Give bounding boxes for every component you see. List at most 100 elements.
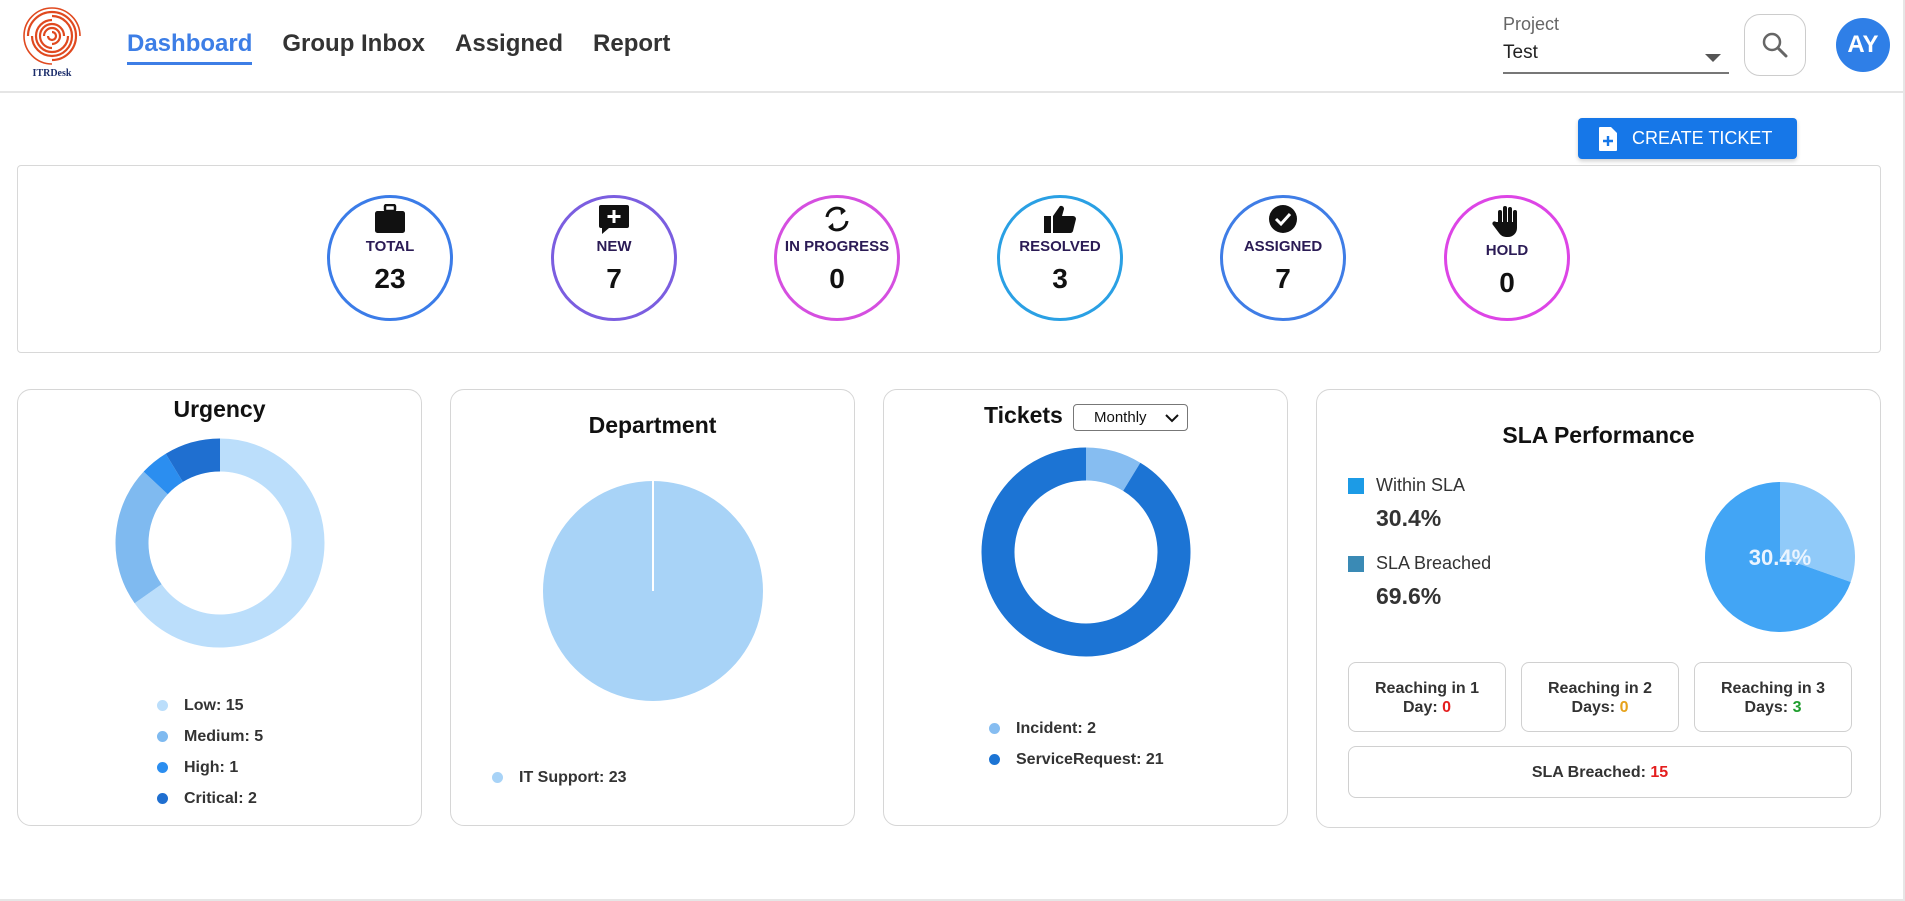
legend-text: Incident: 2 <box>1016 719 1097 737</box>
sla-breached-box-label: SLA Breached: <box>1531 764 1651 781</box>
legend-item-high: High: 1 <box>157 752 263 783</box>
project-label: Project <box>1503 14 1560 34</box>
reaching-value: 0 <box>1619 699 1629 716</box>
sla-pie-chart: 30.4% <box>1705 482 1855 632</box>
tickets-donut-chart <box>981 447 1191 657</box>
slice-servicerequest[interactable] <box>981 447 1191 657</box>
legend-text: Low: 15 <box>184 696 244 714</box>
app-logo[interactable]: ITRDesk <box>18 2 86 82</box>
stat-resolved-value: 3 <box>1052 263 1068 294</box>
legend-item-service-request: ServiceRequest: 21 <box>989 744 1164 775</box>
reaching-1-day-box: Reaching in 1 Day: 0 <box>1348 662 1506 732</box>
create-ticket-label: CREATE TICKET <box>1632 128 1773 148</box>
search-button[interactable] <box>1744 14 1806 76</box>
reaching-2-days-box: Reaching in 2 Days: 0 <box>1521 662 1679 732</box>
legend-item-critical: Critical: 2 <box>157 783 263 814</box>
within-sla-label: Within SLA <box>1376 475 1466 495</box>
within-sla-percent: 30.4% <box>1376 505 1442 531</box>
stat-resolved-label: RESOLVED <box>1019 238 1101 255</box>
stat-assigned[interactable]: ASSIGNED 7 <box>1220 195 1346 321</box>
stat-hold[interactable]: HOLD 0 <box>1444 195 1570 321</box>
stat-hold-label: HOLD <box>1485 242 1529 259</box>
briefcase-icon <box>375 204 405 233</box>
sla-title: SLA Performance <box>1502 422 1695 448</box>
chevron-down-icon <box>1705 54 1721 62</box>
slice-high[interactable] <box>143 453 184 495</box>
top-bar: ITRDesk Dashboard Group Inbox Assigned R… <box>0 0 1903 93</box>
urgency-donut-chart <box>115 438 325 648</box>
sla-breached-percent: 69.6% <box>1376 583 1442 609</box>
search-icon <box>1762 32 1788 58</box>
reaching-3-days-box: Reaching in 3 Days: 3 <box>1694 662 1852 732</box>
project-select[interactable]: Project Test <box>1503 14 1729 74</box>
user-avatar[interactable]: AY <box>1836 18 1890 72</box>
sla-breached-label: SLA Breached <box>1376 553 1492 573</box>
page: { "app": { "logo_text": "ITRDesk" }, "na… <box>0 0 1905 901</box>
new-message-icon <box>599 205 629 234</box>
tickets-legend: Incident: 2 ServiceRequest: 21 <box>989 713 1164 775</box>
stat-total-value: 23 <box>374 263 406 294</box>
thumbs-up-icon <box>1044 205 1076 234</box>
sla-breached-swatch <box>1348 556 1364 572</box>
within-sla-swatch <box>1348 478 1364 494</box>
project-value: Test <box>1503 42 1538 63</box>
legend-dot <box>492 772 503 783</box>
urgency-title: Urgency <box>173 396 266 422</box>
urgency-card: Urgency Low: 15 Medium: 5 High: 1 Critic… <box>17 389 422 826</box>
stat-new-label: NEW <box>596 238 632 255</box>
reaching-value: 3 <box>1792 699 1802 716</box>
refresh-icon <box>825 206 849 232</box>
legend-dot <box>989 723 1000 734</box>
chevron-down-icon <box>1165 414 1179 423</box>
nav-dashboard[interactable]: Dashboard <box>127 30 253 65</box>
department-legend: IT Support: 23 <box>492 762 627 793</box>
legend-dot <box>157 731 168 742</box>
stat-total-label: TOTAL <box>365 238 415 255</box>
legend-dot <box>157 793 168 804</box>
department-pie-chart <box>542 481 763 701</box>
slice-medium[interactable] <box>115 471 169 604</box>
stat-hold-value: 0 <box>1499 267 1515 298</box>
legend-item-it-support: IT Support: 23 <box>492 762 627 793</box>
slice-incident[interactable] <box>1085 447 1141 492</box>
logo-text: ITRDesk <box>32 68 72 79</box>
sla-breached-box: SLA Breached: 15 <box>1348 746 1852 798</box>
slice-critical[interactable] <box>165 438 221 483</box>
nav-group-inbox[interactable]: Group Inbox <box>282 30 425 65</box>
tickets-title: Tickets <box>984 402 1063 428</box>
reaching-value: 0 <box>1442 699 1452 716</box>
stat-total[interactable]: TOTAL 23 <box>327 195 453 321</box>
stats-panel <box>17 165 1881 353</box>
sla-pie-label: 30.4% <box>1749 545 1811 570</box>
legend-dot <box>157 700 168 711</box>
legend-item-medium: Medium: 5 <box>157 721 263 752</box>
legend-text: Medium: 5 <box>184 727 264 745</box>
legend-text: ServiceRequest: 21 <box>1016 750 1164 768</box>
legend-text: Critical: 2 <box>184 789 257 807</box>
stat-in-progress-label: IN PROGRESS <box>784 238 890 255</box>
stat-resolved[interactable]: RESOLVED 3 <box>997 195 1123 321</box>
reaching-label: Day: <box>1402 699 1443 716</box>
create-ticket-button[interactable]: CREATE TICKET <box>1578 118 1797 159</box>
stat-in-progress[interactable]: IN PROGRESS 0 <box>774 195 900 321</box>
stat-new-value: 7 <box>606 263 622 294</box>
legend-item-incident: Incident: 2 <box>989 713 1164 744</box>
file-add-icon <box>1599 126 1617 151</box>
stat-new[interactable]: NEW 7 <box>551 195 677 321</box>
check-circle-icon <box>1269 205 1297 233</box>
legend-item-low: Low: 15 <box>157 690 263 721</box>
nav-assigned[interactable]: Assigned <box>455 30 563 65</box>
tickets-card: Tickets Incident: 2 ServiceRequest: 21 <box>883 389 1288 826</box>
legend-dot <box>157 762 168 773</box>
urgency-legend: Low: 15 Medium: 5 High: 1 Critical: 2 <box>157 690 263 814</box>
legend-text: High: 1 <box>184 758 239 776</box>
sla-card: SLA Performance Within SLA 30.4% SLA Bre… <box>1316 389 1881 828</box>
reaching-label: Reaching in 2 <box>1547 680 1653 697</box>
reaching-label: Days: <box>1744 699 1793 716</box>
hand-icon <box>1492 206 1517 237</box>
stat-assigned-label: ASSIGNED <box>1243 238 1323 255</box>
stat-in-progress-value: 0 <box>829 263 845 294</box>
tickets-period-select[interactable]: Monthly <box>1073 404 1188 431</box>
nav-report[interactable]: Report <box>593 30 670 65</box>
sla-breached-box-value: 15 <box>1650 764 1669 781</box>
